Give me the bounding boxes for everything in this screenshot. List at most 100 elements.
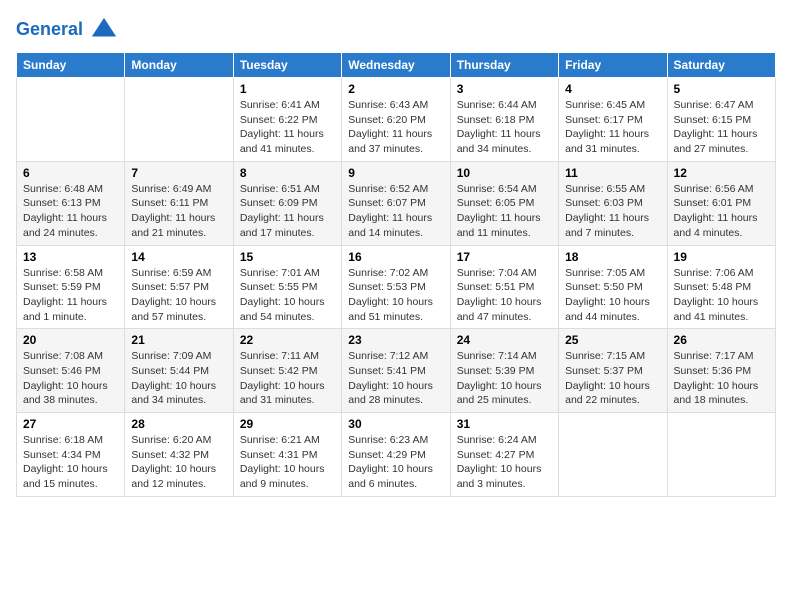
calendar-cell: 16 Sunrise: 7:02 AM Sunset: 5:53 PM Dayli…	[342, 245, 450, 329]
day-info: Sunrise: 7:01 AM Sunset: 5:55 PM Dayligh…	[240, 266, 335, 325]
day-number: 7	[131, 166, 226, 180]
day-info: Sunrise: 6:43 AM Sunset: 6:20 PM Dayligh…	[348, 98, 443, 157]
day-info: Sunrise: 6:20 AM Sunset: 4:32 PM Dayligh…	[131, 433, 226, 492]
calendar-cell: 28 Sunrise: 6:20 AM Sunset: 4:32 PM Dayli…	[125, 413, 233, 497]
day-number: 17	[457, 250, 552, 264]
calendar-cell: 3Sunrise: 6:44 AM Sunset: 6:18 PM Daylig…	[450, 78, 558, 162]
day-info: Sunrise: 7:06 AM Sunset: 5:48 PM Dayligh…	[674, 266, 769, 325]
day-info: Sunrise: 6:55 AM Sunset: 6:03 PM Dayligh…	[565, 182, 660, 241]
day-info: Sunrise: 6:56 AM Sunset: 6:01 PM Dayligh…	[674, 182, 769, 241]
calendar-cell: 13 Sunrise: 6:58 AM Sunset: 5:59 PM Dayli…	[17, 245, 125, 329]
day-of-week-header: Wednesday	[342, 53, 450, 78]
calendar-cell	[17, 78, 125, 162]
calendar-table: SundayMondayTuesdayWednesdayThursdayFrid…	[16, 52, 776, 497]
calendar-cell: 11 Sunrise: 6:55 AM Sunset: 6:03 PM Dayli…	[559, 161, 667, 245]
day-info: Sunrise: 6:47 AM Sunset: 6:15 PM Dayligh…	[674, 98, 769, 157]
day-info: Sunrise: 6:49 AM Sunset: 6:11 PM Dayligh…	[131, 182, 226, 241]
day-info: Sunrise: 6:51 AM Sunset: 6:09 PM Dayligh…	[240, 182, 335, 241]
calendar-cell: 21 Sunrise: 7:09 AM Sunset: 5:44 PM Dayli…	[125, 329, 233, 413]
day-info: Sunrise: 6:44 AM Sunset: 6:18 PM Dayligh…	[457, 98, 552, 157]
day-of-week-header: Tuesday	[233, 53, 341, 78]
day-number: 27	[23, 417, 118, 431]
logo: General	[16, 16, 118, 40]
day-of-week-header: Monday	[125, 53, 233, 78]
calendar-cell: 12 Sunrise: 6:56 AM Sunset: 6:01 PM Dayli…	[667, 161, 775, 245]
day-info: Sunrise: 7:02 AM Sunset: 5:53 PM Dayligh…	[348, 266, 443, 325]
day-info: Sunrise: 7:15 AM Sunset: 5:37 PM Dayligh…	[565, 349, 660, 408]
day-number: 2	[348, 82, 443, 96]
day-number: 20	[23, 333, 118, 347]
day-number: 21	[131, 333, 226, 347]
day-number: 26	[674, 333, 769, 347]
logo-text: General	[16, 16, 118, 44]
calendar-cell: 9 Sunrise: 6:52 AM Sunset: 6:07 PM Daylig…	[342, 161, 450, 245]
calendar-cell: 23 Sunrise: 7:12 AM Sunset: 5:41 PM Dayli…	[342, 329, 450, 413]
calendar-cell: 25 Sunrise: 7:15 AM Sunset: 5:37 PM Dayli…	[559, 329, 667, 413]
calendar-cell: 1 Sunrise: 6:41 AM Sunset: 6:22 PM Daylig…	[233, 78, 341, 162]
calendar-cell	[559, 413, 667, 497]
day-info: Sunrise: 6:52 AM Sunset: 6:07 PM Dayligh…	[348, 182, 443, 241]
day-number: 12	[674, 166, 769, 180]
day-number: 4	[565, 82, 660, 96]
calendar-cell: 30 Sunrise: 6:23 AM Sunset: 4:29 PM Dayli…	[342, 413, 450, 497]
calendar-cell: 18 Sunrise: 7:05 AM Sunset: 5:50 PM Dayli…	[559, 245, 667, 329]
day-info: Sunrise: 6:24 AM Sunset: 4:27 PM Dayligh…	[457, 433, 552, 492]
day-number: 29	[240, 417, 335, 431]
day-number: 16	[348, 250, 443, 264]
day-info: Sunrise: 6:21 AM Sunset: 4:31 PM Dayligh…	[240, 433, 335, 492]
calendar-cell: 4 Sunrise: 6:45 AM Sunset: 6:17 PM Daylig…	[559, 78, 667, 162]
calendar-cell: 5 Sunrise: 6:47 AM Sunset: 6:15 PM Daylig…	[667, 78, 775, 162]
day-info: Sunrise: 7:12 AM Sunset: 5:41 PM Dayligh…	[348, 349, 443, 408]
calendar-cell: 24 Sunrise: 7:14 AM Sunset: 5:39 PM Dayli…	[450, 329, 558, 413]
day-info: Sunrise: 6:59 AM Sunset: 5:57 PM Dayligh…	[131, 266, 226, 325]
day-number: 8	[240, 166, 335, 180]
day-info: Sunrise: 6:45 AM Sunset: 6:17 PM Dayligh…	[565, 98, 660, 157]
day-number: 25	[565, 333, 660, 347]
calendar-cell: 10Sunrise: 6:54 AM Sunset: 6:05 PM Dayli…	[450, 161, 558, 245]
day-info: Sunrise: 7:05 AM Sunset: 5:50 PM Dayligh…	[565, 266, 660, 325]
day-number: 15	[240, 250, 335, 264]
calendar-cell: 31 Sunrise: 6:24 AM Sunset: 4:27 PM Dayli…	[450, 413, 558, 497]
day-info: Sunrise: 7:04 AM Sunset: 5:51 PM Dayligh…	[457, 266, 552, 325]
calendar-cell: 17 Sunrise: 7:04 AM Sunset: 5:51 PM Dayli…	[450, 245, 558, 329]
day-info: Sunrise: 6:58 AM Sunset: 5:59 PM Dayligh…	[23, 266, 118, 325]
day-number: 1	[240, 82, 335, 96]
day-info: Sunrise: 6:18 AM Sunset: 4:34 PM Dayligh…	[23, 433, 118, 492]
day-number: 5	[674, 82, 769, 96]
calendar-cell: 26 Sunrise: 7:17 AM Sunset: 5:36 PM Dayli…	[667, 329, 775, 413]
calendar-cell	[667, 413, 775, 497]
day-info: Sunrise: 7:14 AM Sunset: 5:39 PM Dayligh…	[457, 349, 552, 408]
calendar-cell: 2 Sunrise: 6:43 AM Sunset: 6:20 PM Daylig…	[342, 78, 450, 162]
day-number: 30	[348, 417, 443, 431]
day-info: Sunrise: 7:08 AM Sunset: 5:46 PM Dayligh…	[23, 349, 118, 408]
day-info: Sunrise: 7:17 AM Sunset: 5:36 PM Dayligh…	[674, 349, 769, 408]
day-number: 14	[131, 250, 226, 264]
day-info: Sunrise: 7:09 AM Sunset: 5:44 PM Dayligh…	[131, 349, 226, 408]
day-number: 11	[565, 166, 660, 180]
day-number: 19	[674, 250, 769, 264]
calendar-cell: 6 Sunrise: 6:48 AM Sunset: 6:13 PM Daylig…	[17, 161, 125, 245]
day-of-week-header: Thursday	[450, 53, 558, 78]
calendar-cell: 27 Sunrise: 6:18 AM Sunset: 4:34 PM Dayli…	[17, 413, 125, 497]
day-info: Sunrise: 6:23 AM Sunset: 4:29 PM Dayligh…	[348, 433, 443, 492]
day-info: Sunrise: 6:48 AM Sunset: 6:13 PM Dayligh…	[23, 182, 118, 241]
day-number: 13	[23, 250, 118, 264]
calendar-cell: 15 Sunrise: 7:01 AM Sunset: 5:55 PM Dayli…	[233, 245, 341, 329]
day-number: 24	[457, 333, 552, 347]
calendar-cell: 29 Sunrise: 6:21 AM Sunset: 4:31 PM Dayli…	[233, 413, 341, 497]
calendar-cell: 19 Sunrise: 7:06 AM Sunset: 5:48 PM Dayli…	[667, 245, 775, 329]
day-number: 18	[565, 250, 660, 264]
day-number: 6	[23, 166, 118, 180]
day-info: Sunrise: 6:54 AM Sunset: 6:05 PM Dayligh…	[457, 182, 552, 241]
day-of-week-header: Sunday	[17, 53, 125, 78]
day-number: 22	[240, 333, 335, 347]
day-number: 31	[457, 417, 552, 431]
day-number: 23	[348, 333, 443, 347]
day-info: Sunrise: 6:41 AM Sunset: 6:22 PM Dayligh…	[240, 98, 335, 157]
calendar-cell	[125, 78, 233, 162]
day-number: 9	[348, 166, 443, 180]
calendar-cell: 7 Sunrise: 6:49 AM Sunset: 6:11 PM Daylig…	[125, 161, 233, 245]
page-header: General	[16, 16, 776, 40]
calendar-cell: 8 Sunrise: 6:51 AM Sunset: 6:09 PM Daylig…	[233, 161, 341, 245]
day-number: 28	[131, 417, 226, 431]
